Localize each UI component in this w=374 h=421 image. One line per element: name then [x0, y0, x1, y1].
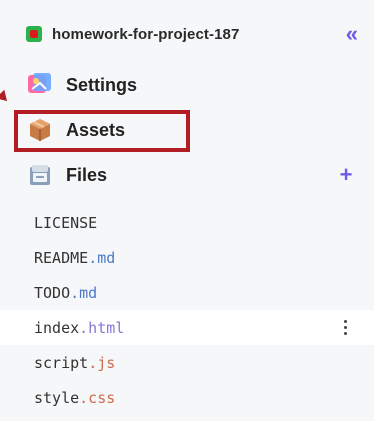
file-name: TODO .md — [34, 284, 97, 302]
sidebar-item-label: Settings — [66, 74, 138, 95]
file-name: script .js — [34, 354, 115, 372]
file-extension: .css — [79, 388, 116, 407]
file-row[interactable]: style .css — [0, 380, 374, 415]
file-row[interactable]: index .html — [0, 310, 374, 345]
file-name: index .html — [34, 319, 124, 337]
file-name: LICENSE — [34, 214, 97, 232]
files-list: LICENSE README .md TODO .md index .html script.… — [0, 205, 374, 415]
menu-dot — [343, 320, 347, 323]
project-header: homework-for-project-187 « — [26, 20, 360, 48]
files-nav-label-group: Files — [26, 161, 107, 189]
menu-dot — [343, 332, 347, 335]
file-name: README .md — [34, 249, 115, 267]
file-basename: README — [34, 248, 89, 267]
add-file-button[interactable]: + — [332, 161, 360, 189]
sidebar-item-label: Files — [66, 164, 108, 185]
file-name: style .css — [34, 389, 115, 407]
file-extension: .md — [70, 283, 98, 302]
annotation-arrow-icon — [0, 89, 12, 106]
file-basename: index — [34, 318, 80, 337]
file-basename: style — [34, 388, 80, 407]
file-options-icon[interactable] — [338, 318, 352, 338]
files-folder-icon — [26, 161, 54, 189]
file-extension: .js — [88, 353, 116, 372]
assets-highlight-box — [14, 110, 190, 152]
file-row[interactable]: script .js — [0, 345, 374, 380]
collapse-sidebar-button[interactable]: « — [344, 23, 360, 45]
file-basename: TODO — [34, 283, 71, 302]
file-basename: LICENSE — [34, 213, 98, 232]
project-info: homework-for-project-187 — [26, 26, 239, 43]
sidebar-item-files[interactable]: Files + — [26, 158, 360, 192]
sidebar-panel: homework-for-project-187 « Settings Asse… — [0, 0, 374, 421]
file-row[interactable]: README .md — [0, 240, 374, 275]
file-row[interactable]: TODO .md — [0, 275, 374, 310]
settings-palette-icon — [26, 71, 54, 99]
project-badge-icon — [26, 26, 42, 42]
file-extension: .html — [79, 318, 125, 337]
file-row[interactable]: LICENSE — [0, 205, 374, 240]
menu-dot — [343, 326, 347, 329]
project-name: homework-for-project-187 — [52, 25, 240, 43]
file-basename: script — [34, 353, 89, 372]
file-extension: .md — [88, 248, 116, 267]
sidebar-item-settings[interactable]: Settings — [26, 68, 137, 102]
